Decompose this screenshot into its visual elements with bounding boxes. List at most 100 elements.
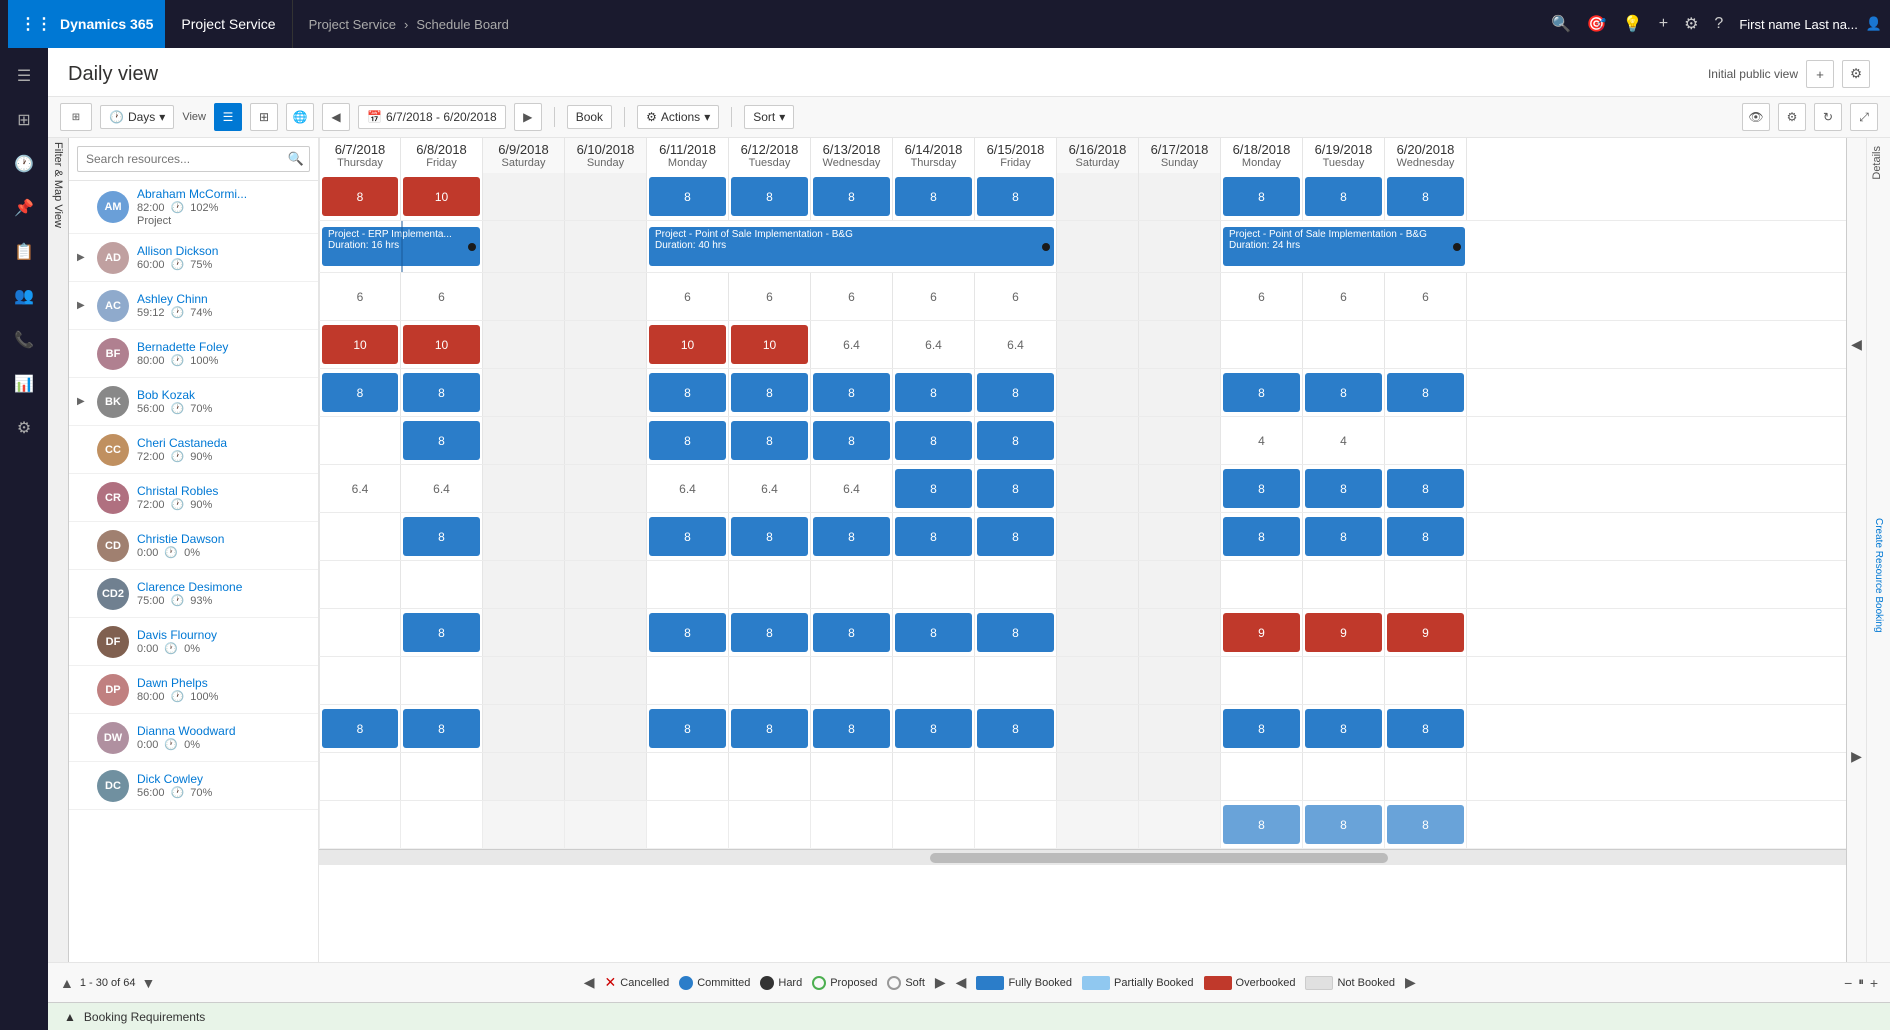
cell-am-2[interactable]: [483, 173, 565, 220]
board-config-btn[interactable]: ⚙: [1778, 103, 1806, 131]
cell-cr-0[interactable]: [319, 513, 401, 560]
resource-item-davis[interactable]: DF Davis Flournoy 0:00🕐0%: [69, 618, 318, 666]
cell-ac-9[interactable]: [1057, 321, 1139, 368]
waffle-icon[interactable]: ⋮⋮: [20, 14, 52, 34]
settings-icon[interactable]: ⚙: [1684, 14, 1698, 34]
cell-dw-10[interactable]: [1139, 753, 1221, 800]
cell-ad-6[interactable]: 6: [811, 273, 893, 320]
sidebar-reports[interactable]: 📊: [4, 364, 44, 404]
actions-btn[interactable]: ⚙ Actions ▾: [637, 105, 719, 129]
cell-ac-1[interactable]: 10: [401, 321, 483, 368]
cell-cld-9[interactable]: [1057, 609, 1139, 656]
cell-cd-4[interactable]: [647, 561, 729, 608]
cell-dc-12[interactable]: 8: [1303, 801, 1385, 848]
cell-dp-6[interactable]: 8: [811, 705, 893, 752]
cell-cld-13[interactable]: 9: [1385, 609, 1467, 656]
resource-item-dawn[interactable]: DP Dawn Phelps 80:00🕐100%: [69, 666, 318, 714]
question-icon[interactable]: ?: [1714, 15, 1723, 33]
cell-dp-2[interactable]: [483, 705, 565, 752]
cell-dc-4[interactable]: [647, 801, 729, 848]
cell-cld-3[interactable]: [565, 609, 647, 656]
cell-am-4[interactable]: 8: [647, 173, 729, 220]
cell-dc-10[interactable]: [1139, 801, 1221, 848]
cell-am-6[interactable]: 8: [811, 173, 893, 220]
cell-df-7[interactable]: [893, 657, 975, 704]
cell-df-2[interactable]: [483, 657, 565, 704]
cell-cc-13[interactable]: 8: [1385, 465, 1467, 512]
cell-bk-4[interactable]: 8: [647, 417, 729, 464]
cell-dc-11[interactable]: 8: [1221, 801, 1303, 848]
cell-am-8[interactable]: 8: [975, 173, 1057, 220]
cell-dc-8[interactable]: [975, 801, 1057, 848]
cell-dp-1[interactable]: 8: [401, 705, 483, 752]
sidebar-menu[interactable]: ☰: [4, 56, 44, 96]
cell-cd-6[interactable]: [811, 561, 893, 608]
cell-dp-12[interactable]: 8: [1303, 705, 1385, 752]
cell-cld-8[interactable]: 8: [975, 609, 1057, 656]
cell-cc-10[interactable]: [1139, 465, 1221, 512]
create-booking-label[interactable]: Create Resource Booking: [1867, 188, 1890, 962]
cell-am-7[interactable]: 8: [893, 173, 975, 220]
cell-dc-0[interactable]: [319, 801, 401, 848]
cell-cr-9[interactable]: [1057, 513, 1139, 560]
horizontal-scrollbar[interactable]: [319, 849, 1846, 865]
cell-ad-2[interactable]: [483, 273, 565, 320]
cell-am-12[interactable]: 8: [1303, 173, 1385, 220]
cell-bk-1[interactable]: 8: [401, 417, 483, 464]
cell-ad-8[interactable]: 6: [975, 273, 1057, 320]
cell-df-0[interactable]: [319, 657, 401, 704]
cell-cc-1[interactable]: 6.4: [401, 465, 483, 512]
cell-df-6[interactable]: [811, 657, 893, 704]
cell-cld-1[interactable]: 8: [401, 609, 483, 656]
legend-prev2-btn[interactable]: ◀: [956, 974, 967, 991]
cell-ac-13[interactable]: [1385, 321, 1467, 368]
cell-cc-5[interactable]: 6.4: [729, 465, 811, 512]
cell-bk-13[interactable]: [1385, 417, 1467, 464]
cell-df-1[interactable]: [401, 657, 483, 704]
cell-bf-8[interactable]: 8: [975, 369, 1057, 416]
cell-cld-4[interactable]: 8: [647, 609, 729, 656]
cell-dw-1[interactable]: [401, 753, 483, 800]
cell-bk-11[interactable]: 4: [1221, 417, 1303, 464]
cell-cld-7[interactable]: 8: [893, 609, 975, 656]
cell-dp-4[interactable]: 8: [647, 705, 729, 752]
resource-item-clarence[interactable]: CD2 Clarence Desimone 75:00🕐93%: [69, 570, 318, 618]
resource-item-christie[interactable]: CD Christie Dawson 0:00🕐0%: [69, 522, 318, 570]
cell-cld-10[interactable]: [1139, 609, 1221, 656]
schedule-grid[interactable]: 6/7/2018 Thursday 6/8/2018 Friday 6/9/20…: [319, 138, 1846, 962]
cell-ac-11[interactable]: [1221, 321, 1303, 368]
cell-cr-5[interactable]: 8: [729, 513, 811, 560]
cell-ac-6[interactable]: 6.4: [811, 321, 893, 368]
sort-btn[interactable]: Sort ▾: [744, 105, 794, 129]
sidebar-pinned[interactable]: 📌: [4, 188, 44, 228]
cell-bk-9[interactable]: [1057, 417, 1139, 464]
resource-item-allison[interactable]: ▶ AD Allison Dickson 60:00🕐75%: [69, 234, 318, 282]
cell-df-12[interactable]: [1303, 657, 1385, 704]
cell-cld-11[interactable]: 9: [1221, 609, 1303, 656]
expand-icon[interactable]: ▶: [77, 300, 89, 311]
resource-item-bernadette[interactable]: BF Bernadette Foley 80:00🕐100%: [69, 330, 318, 378]
cell-am-13[interactable]: 8: [1385, 173, 1467, 220]
cell-bf-11[interactable]: 8: [1221, 369, 1303, 416]
cell-ad-3[interactable]: [565, 273, 647, 320]
filter-map-view-btn[interactable]: ⊞: [60, 103, 92, 131]
cell-df-9[interactable]: [1057, 657, 1139, 704]
cell-dp-7[interactable]: 8: [893, 705, 975, 752]
cell-dc-7[interactable]: [893, 801, 975, 848]
cell-bf-13[interactable]: 8: [1385, 369, 1467, 416]
nav-app[interactable]: Project Service: [165, 0, 292, 48]
cell-bf-3[interactable]: [565, 369, 647, 416]
sidebar-activities[interactable]: 📋: [4, 232, 44, 272]
resource-item-cheri[interactable]: CC Cheri Castaneda 72:00🕐90%: [69, 426, 318, 474]
cell-bf-1[interactable]: 8: [401, 369, 483, 416]
cell-dp-3[interactable]: [565, 705, 647, 752]
cell-cr-2[interactable]: [483, 513, 565, 560]
days-btn[interactable]: 🕐 Days ▾: [100, 105, 174, 129]
project-pos1-bar[interactable]: Project - Point of Sale Implementation -…: [649, 227, 1054, 266]
cell-cc-12[interactable]: 8: [1303, 465, 1385, 512]
cell-cd-3[interactable]: [565, 561, 647, 608]
cell-dc-13[interactable]: 8: [1385, 801, 1467, 848]
cell-dp-0[interactable]: 8: [319, 705, 401, 752]
cell-cc-7[interactable]: 8: [893, 465, 975, 512]
resource-item-abraham[interactable]: AM Abraham McCormi... 82:00 🕐 102% Proje…: [69, 181, 318, 234]
